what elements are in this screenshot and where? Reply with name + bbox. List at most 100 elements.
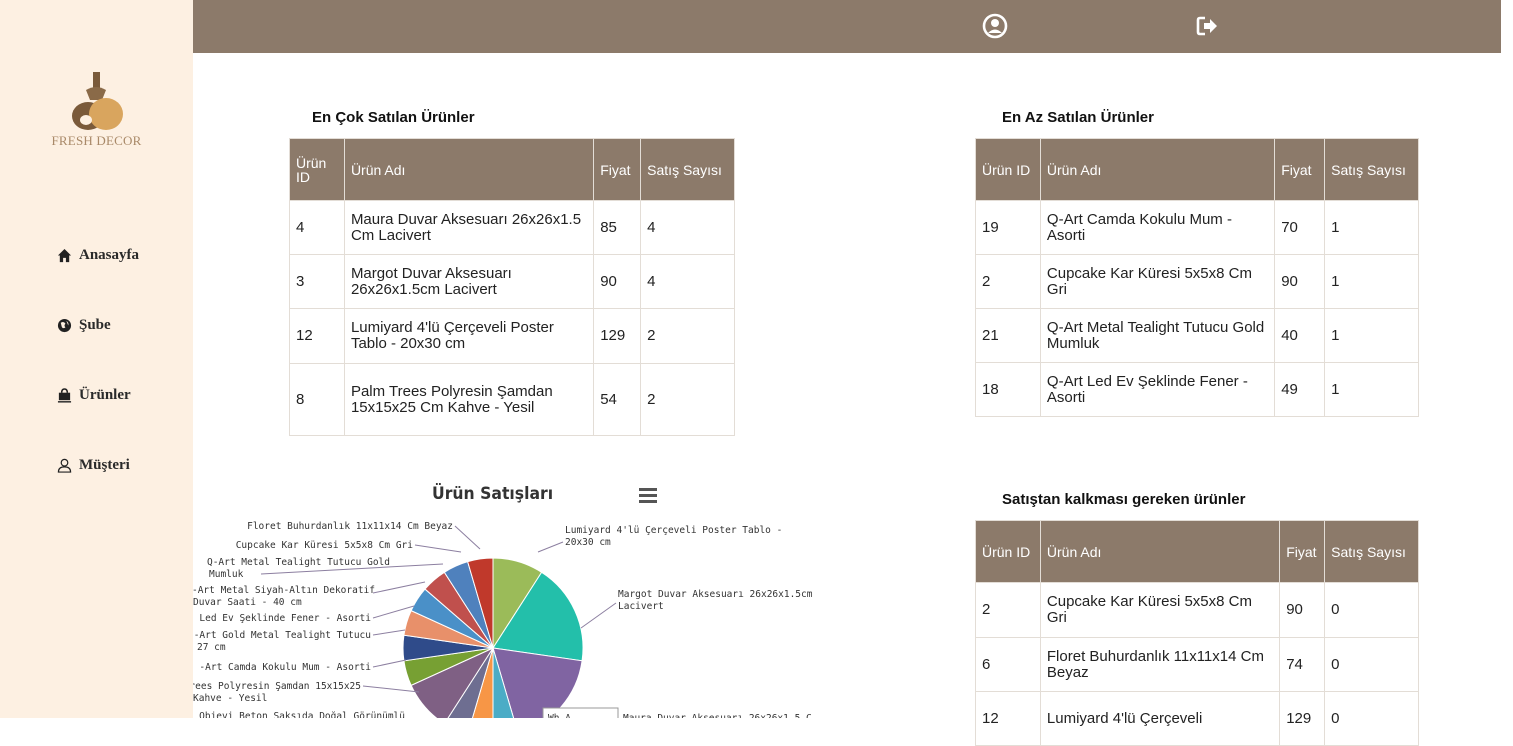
slice-label: Cupcake Kar Küresi 5x5x8 Cm Gri: [236, 540, 414, 551]
cell-id: 12: [975, 691, 1041, 746]
slice-label: -Art Camda Kokulu Mum - Asorti: [199, 662, 371, 673]
cell-id: 2: [975, 582, 1041, 638]
cell-id: 19: [975, 200, 1041, 255]
cell-price: 129: [593, 308, 642, 364]
user-circle-icon[interactable]: [981, 12, 1009, 40]
sidebar-item-anasayfa[interactable]: Anasayfa: [57, 247, 139, 264]
label-connector: [372, 581, 426, 594]
cell-id: 18: [975, 362, 1041, 417]
slice-label: Q-Art Metal Tealight Tutucu Gold: [207, 557, 390, 568]
table-header-row: Ürün ID Ürün Adı Fiyat Satış Sayısı: [975, 138, 1419, 201]
cell-sales: 1: [1324, 254, 1419, 309]
product-sales-chart: Floret Buhurdanlık 11x11x14 Cm Beyaz Cupc…: [193, 470, 893, 718]
label-connector: [414, 544, 462, 553]
brand-name: FRESH DECOR: [51, 133, 142, 148]
cell-name: Palm Trees Polyresin Şamdan 15x15x25 Cm …: [343, 363, 595, 436]
label-connector: [537, 541, 564, 553]
cell-id: 21: [975, 308, 1041, 363]
table-row: 4 Maura Duvar Aksesuarı 26x26x1.5 Cm Laci…: [289, 200, 735, 255]
cell-name: Cupcake Kar Küresi 5x5x8 Cm Gri: [1039, 254, 1276, 309]
sidebar-item-musteri[interactable]: Müşteri: [57, 457, 130, 474]
slice-label: Duvar Saati - 40 cm: [193, 597, 302, 608]
cell-sales: 4: [640, 254, 735, 309]
fresh-decor-logo: [72, 72, 123, 130]
col-header-price: Fiyat: [1279, 520, 1326, 583]
cell-name: Lumiyard 4'lü Çerçeveli: [1039, 691, 1281, 746]
globe-icon: [57, 318, 72, 333]
user-icon: [57, 458, 72, 473]
table-row: 6 Floret Buhurdanlık 11x11x14 Cm Beyaz 74 0: [975, 637, 1419, 692]
col-header-id: Ürün ID: [289, 138, 345, 201]
cell-sales: 0: [1324, 637, 1419, 692]
cell-price: 85: [593, 200, 642, 255]
cell-name: Q-Art Led Ev Şeklinde Fener - Asorti: [1039, 362, 1276, 417]
col-header-sales: Satış Sayısı: [1324, 138, 1419, 201]
cell-name: Q-Art Camda Kokulu Mum - Asorti: [1039, 200, 1276, 255]
cell-price: 74: [1279, 637, 1326, 692]
sidebar-item-label: Anasayfa: [79, 247, 140, 263]
slice-label: Lumiyard 4'lü Çerçeveli Poster Tablo -: [565, 525, 782, 536]
cell-name: Lumiyard 4'lü Çerçeveli Poster Tablo - 2…: [343, 308, 595, 364]
col-header-name: Ürün Adı: [1039, 138, 1276, 201]
cell-sales: 0: [1324, 582, 1419, 638]
cell-price: 90: [1279, 582, 1326, 638]
table-row: 19 Q-Art Camda Kokulu Mum - Asorti 70 1: [975, 200, 1419, 255]
slice-label: Mumluk: [209, 569, 244, 580]
col-header-name: Ürün Adı: [1039, 520, 1281, 583]
cell-price: 129: [1279, 691, 1326, 746]
cell-name: Floret Buhurdanlık 11x11x14 Cm Beyaz: [1039, 637, 1281, 692]
remove-products-table: Ürün ID Ürün Adı Fiyat Satış Sayısı 2 Cup…: [975, 520, 1419, 746]
cell-id: 8: [289, 363, 345, 436]
cell-price: 49: [1274, 362, 1326, 417]
slice-label: Margot Duvar Aksesuarı 26x26x1.5cm: [618, 589, 813, 600]
sidebar-item-label: Şube: [79, 317, 111, 333]
sidebar: FRESH DECOR Anasayfa Şube Ürünler Müşter…: [0, 0, 193, 718]
cell-sales: 2: [640, 363, 735, 436]
label-connector: [372, 605, 415, 619]
least-sellers-title: En Az Satılan Ürünler: [1002, 109, 1154, 126]
sign-out-icon[interactable]: [1194, 12, 1222, 40]
sidebar-item-label: Ürünler: [79, 387, 131, 403]
cell-sales: 2: [640, 308, 735, 364]
cell-sales: 1: [1324, 362, 1419, 417]
cell-id: 12: [289, 308, 345, 364]
table-row: 18 Q-Art Led Ev Şeklinde Fener - Asorti 49…: [975, 362, 1419, 417]
label-connector: [362, 685, 420, 693]
cell-price: 90: [593, 254, 642, 309]
cell-name: Maura Duvar Aksesuarı 26x26x1.5 Cm Laciv…: [343, 200, 595, 255]
cell-price: 54: [593, 363, 642, 436]
label-connector: [454, 525, 481, 550]
top-bar: [193, 0, 1501, 53]
cell-price: 40: [1274, 308, 1326, 363]
col-header-id: Ürün ID: [975, 138, 1041, 201]
col-header-id: Ürün ID: [975, 520, 1041, 583]
cell-sales: 1: [1324, 308, 1419, 363]
chart-tooltip-text: Wh A: [548, 713, 571, 718]
cell-sales: 1: [1324, 200, 1419, 255]
cell-id: 2: [975, 254, 1041, 309]
table-header-row: Ürün ID Ürün Adı Fiyat Satış Sayısı: [975, 520, 1419, 583]
slice-label: Maura Duvar Aksesuarı 26x26x1.5 C: [623, 713, 812, 718]
sidebar-item-label: Müşteri: [79, 457, 130, 473]
hamburger-menu-icon[interactable]: [639, 488, 657, 503]
cell-name: Q-Art Metal Tealight Tutucu Gold Mumluk: [1039, 308, 1276, 363]
slice-label: t Led Ev Şeklinde Fener - Asorti: [193, 613, 371, 624]
cell-sales: 0: [1324, 691, 1419, 746]
table-row: 21 Q-Art Metal Tealight Tutucu Gold Mumlu…: [975, 308, 1419, 363]
label-connector: [580, 602, 617, 629]
table-row: 8 Palm Trees Polyresin Şamdan 15x15x25 Cm…: [289, 363, 735, 436]
col-header-price: Fiyat: [593, 138, 642, 201]
table-row: 2 Cupcake Kar Küresi 5x5x8 Cm Gri 90 0: [975, 582, 1419, 638]
sidebar-item-urunler[interactable]: Ürünler: [57, 387, 131, 404]
cell-id: 6: [975, 637, 1041, 692]
table-row: 12 Lumiyard 4'lü Çerçeveli 129 0: [975, 691, 1419, 746]
slice-label: Q-Art Metal Siyah-Altın Dekoratif: [193, 585, 375, 596]
shopping-bag-icon: [57, 388, 72, 403]
col-header-name: Ürün Adı: [343, 138, 595, 201]
slice-label: Trees Polyresin Şamdan 15x15x25: [193, 681, 361, 692]
col-header-sales: Satış Sayısı: [640, 138, 735, 201]
sidebar-item-sube[interactable]: Şube: [57, 317, 111, 334]
cell-price: 90: [1274, 254, 1326, 309]
slice-label: Lacivert: [618, 601, 664, 612]
best-sellers-table: Ürün ID Ürün Adı Fiyat Satış Sayısı 4 Mau…: [289, 138, 735, 436]
